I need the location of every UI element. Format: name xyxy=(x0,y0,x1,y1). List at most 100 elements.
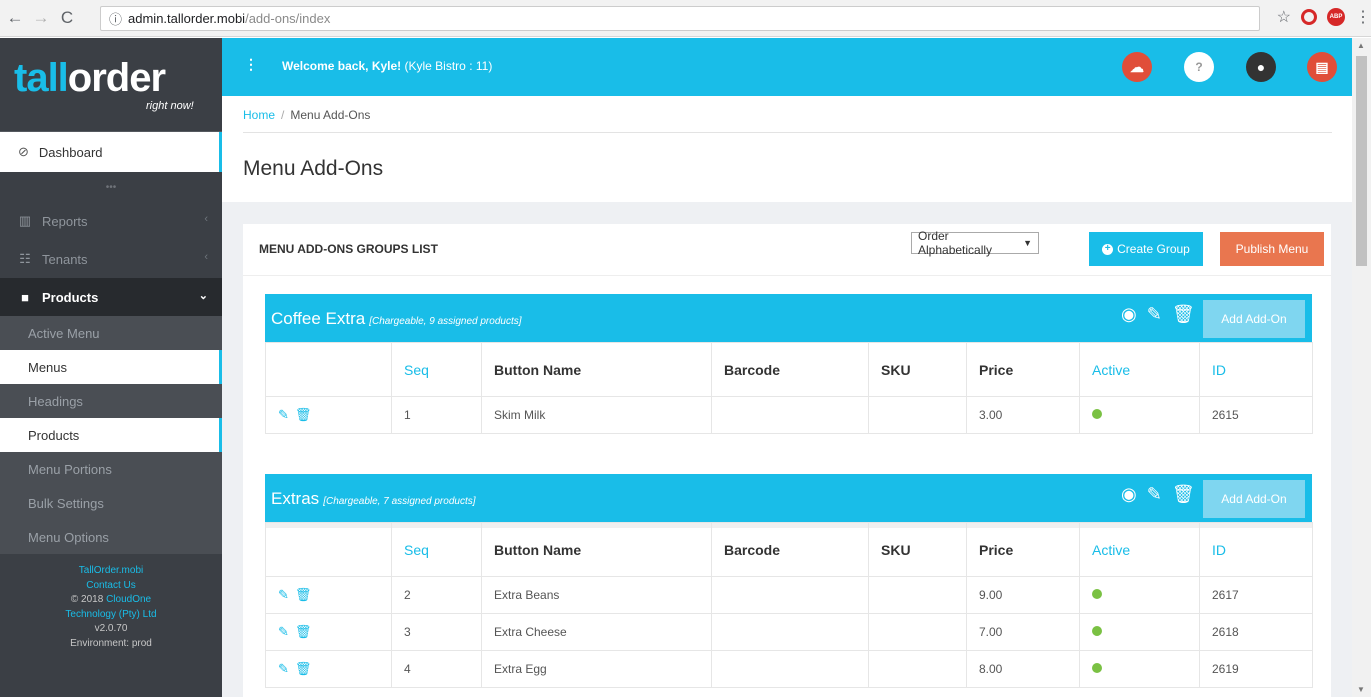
pencil-icon[interactable]: ✎ xyxy=(278,407,289,422)
cell-id: 2618 xyxy=(1199,613,1313,651)
sidebar-item-dashboard[interactable]: ⊘ Dashboard xyxy=(0,132,222,172)
pencil-icon[interactable]: ✎ xyxy=(278,661,289,676)
sidebar-item-bulk-settings[interactable]: Bulk Settings xyxy=(0,486,222,520)
back-icon[interactable]: ← xyxy=(4,7,26,29)
footer-company-link[interactable]: CloudOne xyxy=(106,594,151,605)
reload-icon[interactable]: C xyxy=(56,7,78,29)
eye-icon[interactable]: ◉ xyxy=(1121,484,1137,505)
breadcrumb: Home / Menu Add-Ons xyxy=(243,108,370,122)
browser-menu-icon[interactable]: ⋮ xyxy=(1355,7,1371,27)
scroll-down-icon[interactable]: ▼ xyxy=(1357,685,1365,694)
sidebar-item-products[interactable]: Products xyxy=(0,418,222,452)
sidebar-group-products[interactable]: ■ Products ⌄ xyxy=(0,278,222,316)
user-icon: ● xyxy=(1256,59,1266,75)
chevron-left-icon: ‹ xyxy=(204,213,208,225)
sidebar-item-label: Products xyxy=(28,427,80,443)
menu-toggle-icon[interactable]: ⋮ xyxy=(244,56,258,73)
sidebar-group-label: Products xyxy=(42,289,99,305)
active-check-icon xyxy=(1092,663,1102,673)
sidebar-item-active-menu[interactable]: Active Menu xyxy=(0,316,222,350)
sidebar-group-tenants[interactable]: ☷ Tenants ‹ xyxy=(0,240,222,278)
sidebar-item-label: Headings xyxy=(28,393,83,409)
page-scrollbar[interactable]: ▲ ▼ xyxy=(1352,38,1371,697)
sidebar-item-headings[interactable]: Headings xyxy=(0,384,222,418)
footer-contact-link[interactable]: Contact Us xyxy=(0,579,222,594)
trash-icon[interactable]: 🗑 xyxy=(295,407,312,422)
cloud-upload-button[interactable]: ☁ xyxy=(1122,52,1152,82)
column-header-actions xyxy=(265,342,392,397)
breadcrumb-home[interactable]: Home xyxy=(243,108,275,122)
eye-icon[interactable]: ◉ xyxy=(1121,304,1137,325)
sidebar-item-label: Active Menu xyxy=(28,325,100,341)
row-actions: ✎ 🗑 xyxy=(265,650,392,688)
cell-barcode xyxy=(711,650,869,688)
divider xyxy=(243,132,1332,133)
create-group-button[interactable]: + Create Group xyxy=(1089,232,1203,266)
addon-group-extras: Extras [Chargeable, 7 assigned products] … xyxy=(265,474,1313,688)
logo[interactable]: tallorder right now! xyxy=(0,38,222,132)
cell-id: 2615 xyxy=(1199,396,1313,434)
pencil-icon[interactable]: ✎ xyxy=(278,587,289,602)
sidebar-item-label: Dashboard xyxy=(38,144,103,160)
store-button[interactable]: ▤ xyxy=(1307,52,1337,82)
panel-title: MENU ADD-ONS GROUPS LIST xyxy=(259,242,438,256)
column-header-id[interactable]: ID xyxy=(1199,342,1313,397)
scrollbar-thumb[interactable] xyxy=(1356,56,1367,266)
pencil-icon[interactable]: ✎ xyxy=(1147,484,1162,505)
pencil-icon[interactable]: ✎ xyxy=(1147,304,1162,325)
sidebar-item-menus[interactable]: Menus xyxy=(0,350,222,384)
cell-button-name: Extra Egg xyxy=(481,650,712,688)
active-check-icon xyxy=(1092,626,1102,636)
column-header-active[interactable]: Active xyxy=(1079,522,1200,577)
cell-sku xyxy=(868,650,967,688)
row-actions: ✎ 🗑 xyxy=(265,613,392,651)
trash-icon[interactable]: 🗑 xyxy=(295,661,312,676)
footer-site-link[interactable]: TallOrder.mobi xyxy=(0,564,222,579)
cell-active xyxy=(1079,576,1200,614)
column-header-button-name: Button Name xyxy=(481,342,712,397)
adblock-extension-icon[interactable]: ABP xyxy=(1327,8,1345,26)
sidebar-item-menu-portions[interactable]: Menu Portions xyxy=(0,452,222,486)
column-header-sku: SKU xyxy=(868,342,967,397)
column-header-seq[interactable]: Seq xyxy=(391,342,482,397)
cell-price: 9.00 xyxy=(966,576,1080,614)
address-bar[interactable]: ⓘ admin.tallorder.mobi/add-ons/index xyxy=(100,6,1260,31)
column-header-seq[interactable]: Seq xyxy=(391,522,482,577)
row-actions: ✎ 🗑 xyxy=(265,576,392,614)
sidebar-item-menu-options[interactable]: Menu Options xyxy=(0,520,222,554)
column-header-barcode: Barcode xyxy=(711,342,869,397)
column-header-barcode: Barcode xyxy=(711,522,869,577)
cell-barcode xyxy=(711,576,869,614)
opera-extension-icon[interactable] xyxy=(1301,9,1317,25)
welcome-message: Welcome back, Kyle! (Kyle Bistro : 11) xyxy=(282,59,492,73)
sidebar-divider-dots: ••• xyxy=(105,181,117,193)
info-icon[interactable]: ⓘ xyxy=(109,9,122,28)
add-addon-button[interactable]: Add Add-On xyxy=(1203,480,1305,518)
sidebar-item-label: Menu Options xyxy=(28,529,109,545)
footer-environment: Environment: prod xyxy=(70,637,152,649)
scroll-up-icon[interactable]: ▲ xyxy=(1357,41,1365,50)
column-header-id[interactable]: ID xyxy=(1199,522,1313,577)
trash-icon[interactable]: 🗑 xyxy=(1172,304,1195,325)
user-profile-button[interactable]: ● xyxy=(1246,52,1276,82)
publish-menu-button[interactable]: Publish Menu xyxy=(1220,232,1324,266)
forward-icon[interactable]: → xyxy=(30,7,52,29)
add-addon-button[interactable]: Add Add-On xyxy=(1203,300,1305,338)
sidebar-footer: TallOrder.mobi Contact Us © 2018 CloudOn… xyxy=(0,554,222,651)
footer-company-link-2[interactable]: Technology (Pty) Ltd xyxy=(0,608,222,623)
top-bar: ⋮ Welcome back, Kyle! (Kyle Bistro : 11)… xyxy=(222,38,1352,96)
order-select[interactable]: Order Alphabetically ▼ xyxy=(911,229,1039,257)
pencil-icon[interactable]: ✎ xyxy=(278,624,289,639)
group-name: Coffee Extra [Chargeable, 9 assigned prod… xyxy=(271,309,522,329)
url-path: /add-ons/index xyxy=(245,11,331,26)
sidebar-group-reports[interactable]: ▥ Reports ‹ xyxy=(0,202,222,240)
trash-icon[interactable]: 🗑 xyxy=(295,587,312,602)
order-select-value: Order Alphabetically xyxy=(918,229,993,257)
addons-groups-panel: MENU ADD-ONS GROUPS LIST Order Alphabeti… xyxy=(243,224,1331,697)
cell-price: 3.00 xyxy=(966,396,1080,434)
bookmark-star-icon[interactable]: ☆ xyxy=(1277,7,1291,27)
column-header-active[interactable]: Active xyxy=(1079,342,1200,397)
trash-icon[interactable]: 🗑 xyxy=(295,624,312,639)
help-button[interactable]: ? xyxy=(1184,52,1214,82)
trash-icon[interactable]: 🗑 xyxy=(1172,484,1195,505)
